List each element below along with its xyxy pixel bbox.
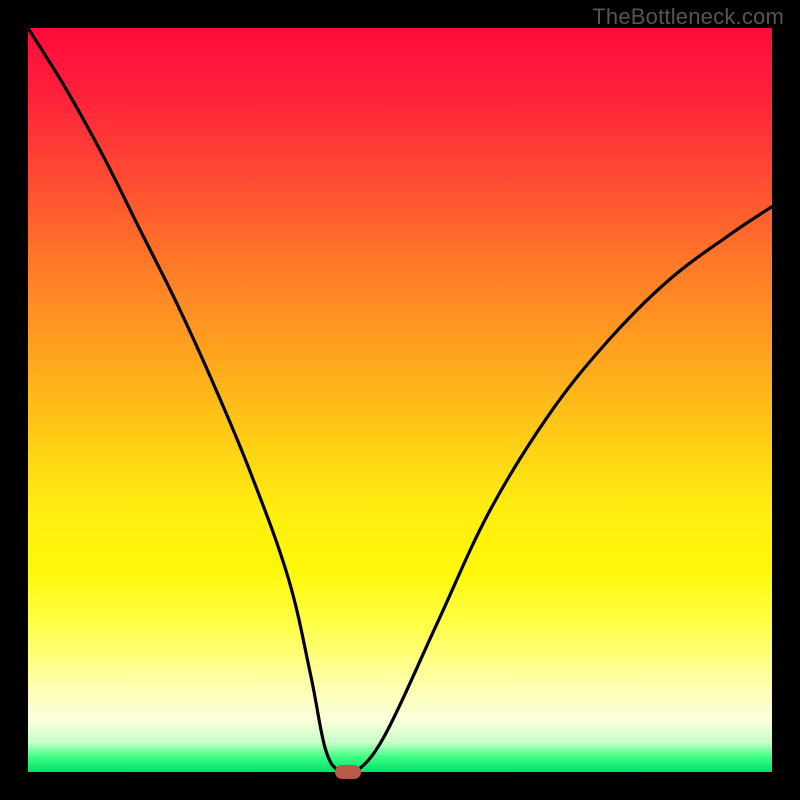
bottleneck-curve (28, 28, 772, 772)
minimum-marker (335, 765, 361, 779)
watermark-text: TheBottleneck.com (592, 4, 784, 30)
chart-frame: TheBottleneck.com (0, 0, 800, 800)
plot-area (28, 28, 772, 772)
